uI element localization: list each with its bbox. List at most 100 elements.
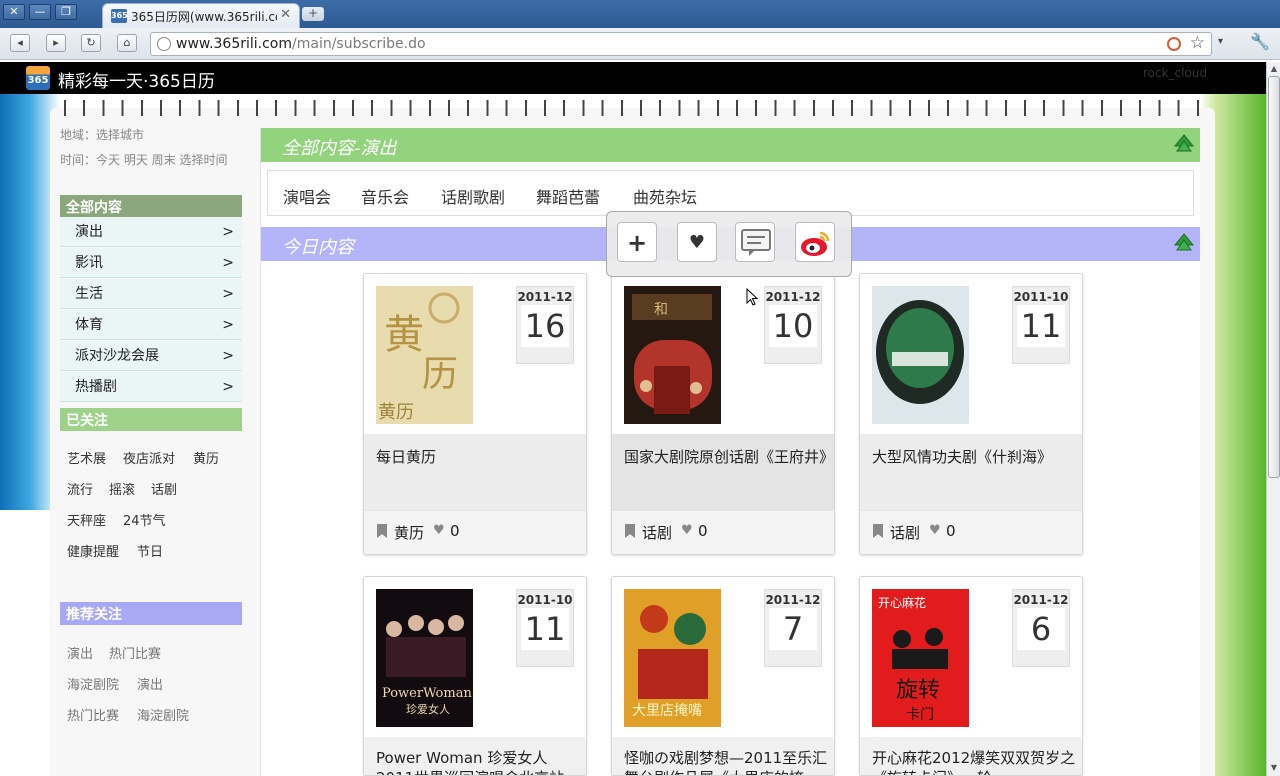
followed-tag[interactable]: 健康提醒: [67, 541, 119, 560]
category-item-sports[interactable]: 体育 >: [60, 310, 242, 340]
event-card[interactable]: 大里店掩嘴 2011-12 7 怪咖の戏剧梦想—2011至乐汇舞台剧作品展《大里…: [611, 576, 835, 776]
comment-icon[interactable]: [735, 222, 775, 262]
new-tab-button[interactable]: +: [302, 7, 324, 21]
all-content-header[interactable]: 全部内容: [60, 195, 242, 217]
card-footer: 话剧 ♥ 0: [612, 510, 834, 554]
minimize-window-icon[interactable]: —: [29, 4, 51, 20]
followed-tag[interactable]: 流行: [67, 479, 93, 498]
followed-tag[interactable]: 黄历: [193, 448, 219, 467]
page-scrollbar[interactable]: ▲ ▼: [1266, 62, 1280, 776]
collapse-up-icon[interactable]: [1174, 134, 1194, 154]
event-card[interactable]: 2011-10 11 大型风情功夫剧《什刹海》 话剧 ♥ 0: [859, 273, 1083, 555]
event-poster[interactable]: 黄 历 黄历: [376, 286, 473, 424]
event-card[interactable]: 和 和 2011-12 10 国家大剧院原创话剧《王府井》 话剧 ♥ 0: [611, 273, 835, 555]
event-tag[interactable]: 话剧: [890, 522, 920, 543]
address-bar[interactable]: www.365rili.com/main/subscribe.do ☆: [150, 32, 1212, 56]
category-item-party[interactable]: 派对沙龙会展 >: [60, 341, 242, 371]
home-icon[interactable]: ⌂: [117, 34, 137, 52]
site-title[interactable]: 精彩每一天·365日历: [58, 67, 215, 92]
heart-icon[interactable]: ♥: [433, 523, 445, 538]
event-poster[interactable]: PowerWoman 珍爱女人: [376, 589, 473, 727]
followed-tag[interactable]: 节日: [137, 541, 163, 560]
site-logo[interactable]: 365: [26, 66, 50, 90]
heart-icon[interactable]: ♥: [929, 523, 941, 538]
recommended-tag[interactable]: 热门比赛: [109, 643, 161, 662]
event-poster[interactable]: 开心麻花 旋转 卡门: [872, 589, 969, 727]
restore-window-icon[interactable]: ❐: [55, 4, 77, 20]
card-top: 和 和 2011-12 10: [612, 274, 834, 434]
bookmark-icon[interactable]: [873, 524, 883, 538]
reload-icon[interactable]: ↻: [81, 34, 101, 52]
subnav-item[interactable]: 音乐会: [361, 184, 409, 208]
event-card[interactable]: 开心麻花 旋转 卡门 2011-12 6 开心麻花2012爆笑双双贺岁之《旋转卡…: [859, 576, 1083, 776]
event-title[interactable]: 怪咖の戏剧梦想—2011至乐汇舞台剧作品展《大里店的掩: [624, 748, 832, 775]
event-title[interactable]: 每日黄历: [376, 447, 584, 467]
subnav-item[interactable]: 演唱会: [283, 184, 331, 208]
category-item-performance[interactable]: 演出 >: [60, 217, 242, 247]
scroll-down-icon[interactable]: ▼: [1268, 762, 1280, 774]
event-tag[interactable]: 黄历: [394, 522, 424, 543]
tab-close-icon[interactable]: ✕: [280, 7, 291, 22]
heart-icon[interactable]: ♥: [677, 222, 717, 262]
wrench-icon[interactable]: 🔧: [1250, 32, 1270, 51]
date-year-month: 2011-12: [765, 593, 821, 607]
svg-text:珍爱女人: 珍爱女人: [406, 702, 450, 716]
url-text[interactable]: www.365rili.com/main/subscribe.do: [176, 36, 426, 52]
recommended-tag[interactable]: 演出: [137, 674, 163, 693]
region-filter[interactable]: 地域：选择城市: [60, 128, 240, 143]
followed-tag[interactable]: 艺术展: [67, 448, 106, 467]
scrollbar-thumb[interactable]: [1268, 76, 1280, 478]
recommended-tag[interactable]: 热门比赛: [67, 705, 119, 724]
subnav-item[interactable]: 舞蹈芭蕾: [536, 184, 600, 208]
date-badge: 2011-12 6: [1012, 589, 1070, 667]
event-card[interactable]: PowerWoman 珍爱女人 2011-10 11 Power Woman 珍…: [363, 576, 587, 776]
event-poster[interactable]: 大里店掩嘴: [624, 589, 721, 727]
event-title[interactable]: Power Woman 珍爱女人2011世界巡回演唱会北京站: [376, 748, 584, 775]
followed-tag[interactable]: 24节气: [123, 510, 166, 529]
event-title[interactable]: 开心麻花2012爆笑双双贺岁之《旋转卡门》一轮: [872, 748, 1080, 775]
bookmark-star-icon[interactable]: ☆: [1190, 33, 1205, 53]
chevron-right-icon: >: [222, 286, 234, 302]
bookmark-icon[interactable]: [377, 524, 387, 538]
forward-icon[interactable]: ▸: [46, 34, 66, 52]
close-window-icon[interactable]: ✕: [3, 4, 25, 20]
chevron-right-icon: >: [222, 379, 234, 395]
rss-icon[interactable]: [1167, 37, 1181, 51]
back-icon[interactable]: ◂: [10, 34, 30, 52]
calendar-spiral-binding: [50, 100, 1215, 116]
category-item-movies[interactable]: 影讯 >: [60, 248, 242, 278]
followed-tag[interactable]: 话剧: [151, 479, 177, 498]
svg-text:大里店掩嘴: 大里店掩嘴: [632, 703, 702, 719]
date-badge: 2011-12 10: [764, 286, 822, 364]
event-title[interactable]: 大型风情功夫剧《什刹海》: [872, 447, 1080, 467]
weibo-icon[interactable]: [795, 222, 835, 262]
page-menu-icon[interactable]: ▾: [1218, 36, 1223, 47]
heart-icon[interactable]: ♥: [681, 523, 693, 538]
recommended-tag[interactable]: 海淀剧院: [67, 674, 119, 693]
bookmark-icon[interactable]: [625, 524, 635, 538]
category-item-life[interactable]: 生活 >: [60, 279, 242, 309]
event-tag[interactable]: 话剧: [642, 522, 672, 543]
browser-tab[interactable]: 365 365日历网(www.365rili.co ✕: [102, 3, 300, 28]
user-name[interactable]: rock_cloud: [1143, 66, 1207, 80]
plus-icon[interactable]: +: [617, 222, 657, 262]
event-title[interactable]: 国家大剧院原创话剧《王府井》: [624, 447, 834, 467]
category-item-tv[interactable]: 热播剧 >: [60, 372, 242, 402]
followed-tag[interactable]: 天秤座: [67, 510, 106, 529]
event-card[interactable]: 黄 历 黄历 2011-12 16 每日黄历 黄历 ♥ 0: [363, 273, 587, 555]
followed-tag[interactable]: 摇滚: [109, 479, 135, 498]
scroll-up-icon[interactable]: ▲: [1268, 63, 1280, 75]
collapse-up-icon[interactable]: [1174, 233, 1194, 253]
subnav-item[interactable]: 曲苑杂坛: [633, 184, 697, 208]
category-label: 体育: [75, 317, 103, 333]
event-poster[interactable]: [872, 286, 969, 424]
subnav-item[interactable]: 话剧歌剧: [441, 184, 505, 208]
event-poster[interactable]: 和 和: [624, 286, 721, 424]
recommended-tag[interactable]: 演出: [67, 643, 93, 662]
page-info-icon[interactable]: [157, 37, 171, 51]
recommended-tag[interactable]: 海淀剧院: [137, 705, 189, 724]
card-top: 2011-10 11: [860, 274, 1082, 434]
svg-text:开心麻花: 开心麻花: [878, 595, 926, 610]
time-filter[interactable]: 时间：今天 明天 周末 选择时间: [60, 153, 240, 168]
followed-tag[interactable]: 夜店派对: [123, 448, 175, 467]
